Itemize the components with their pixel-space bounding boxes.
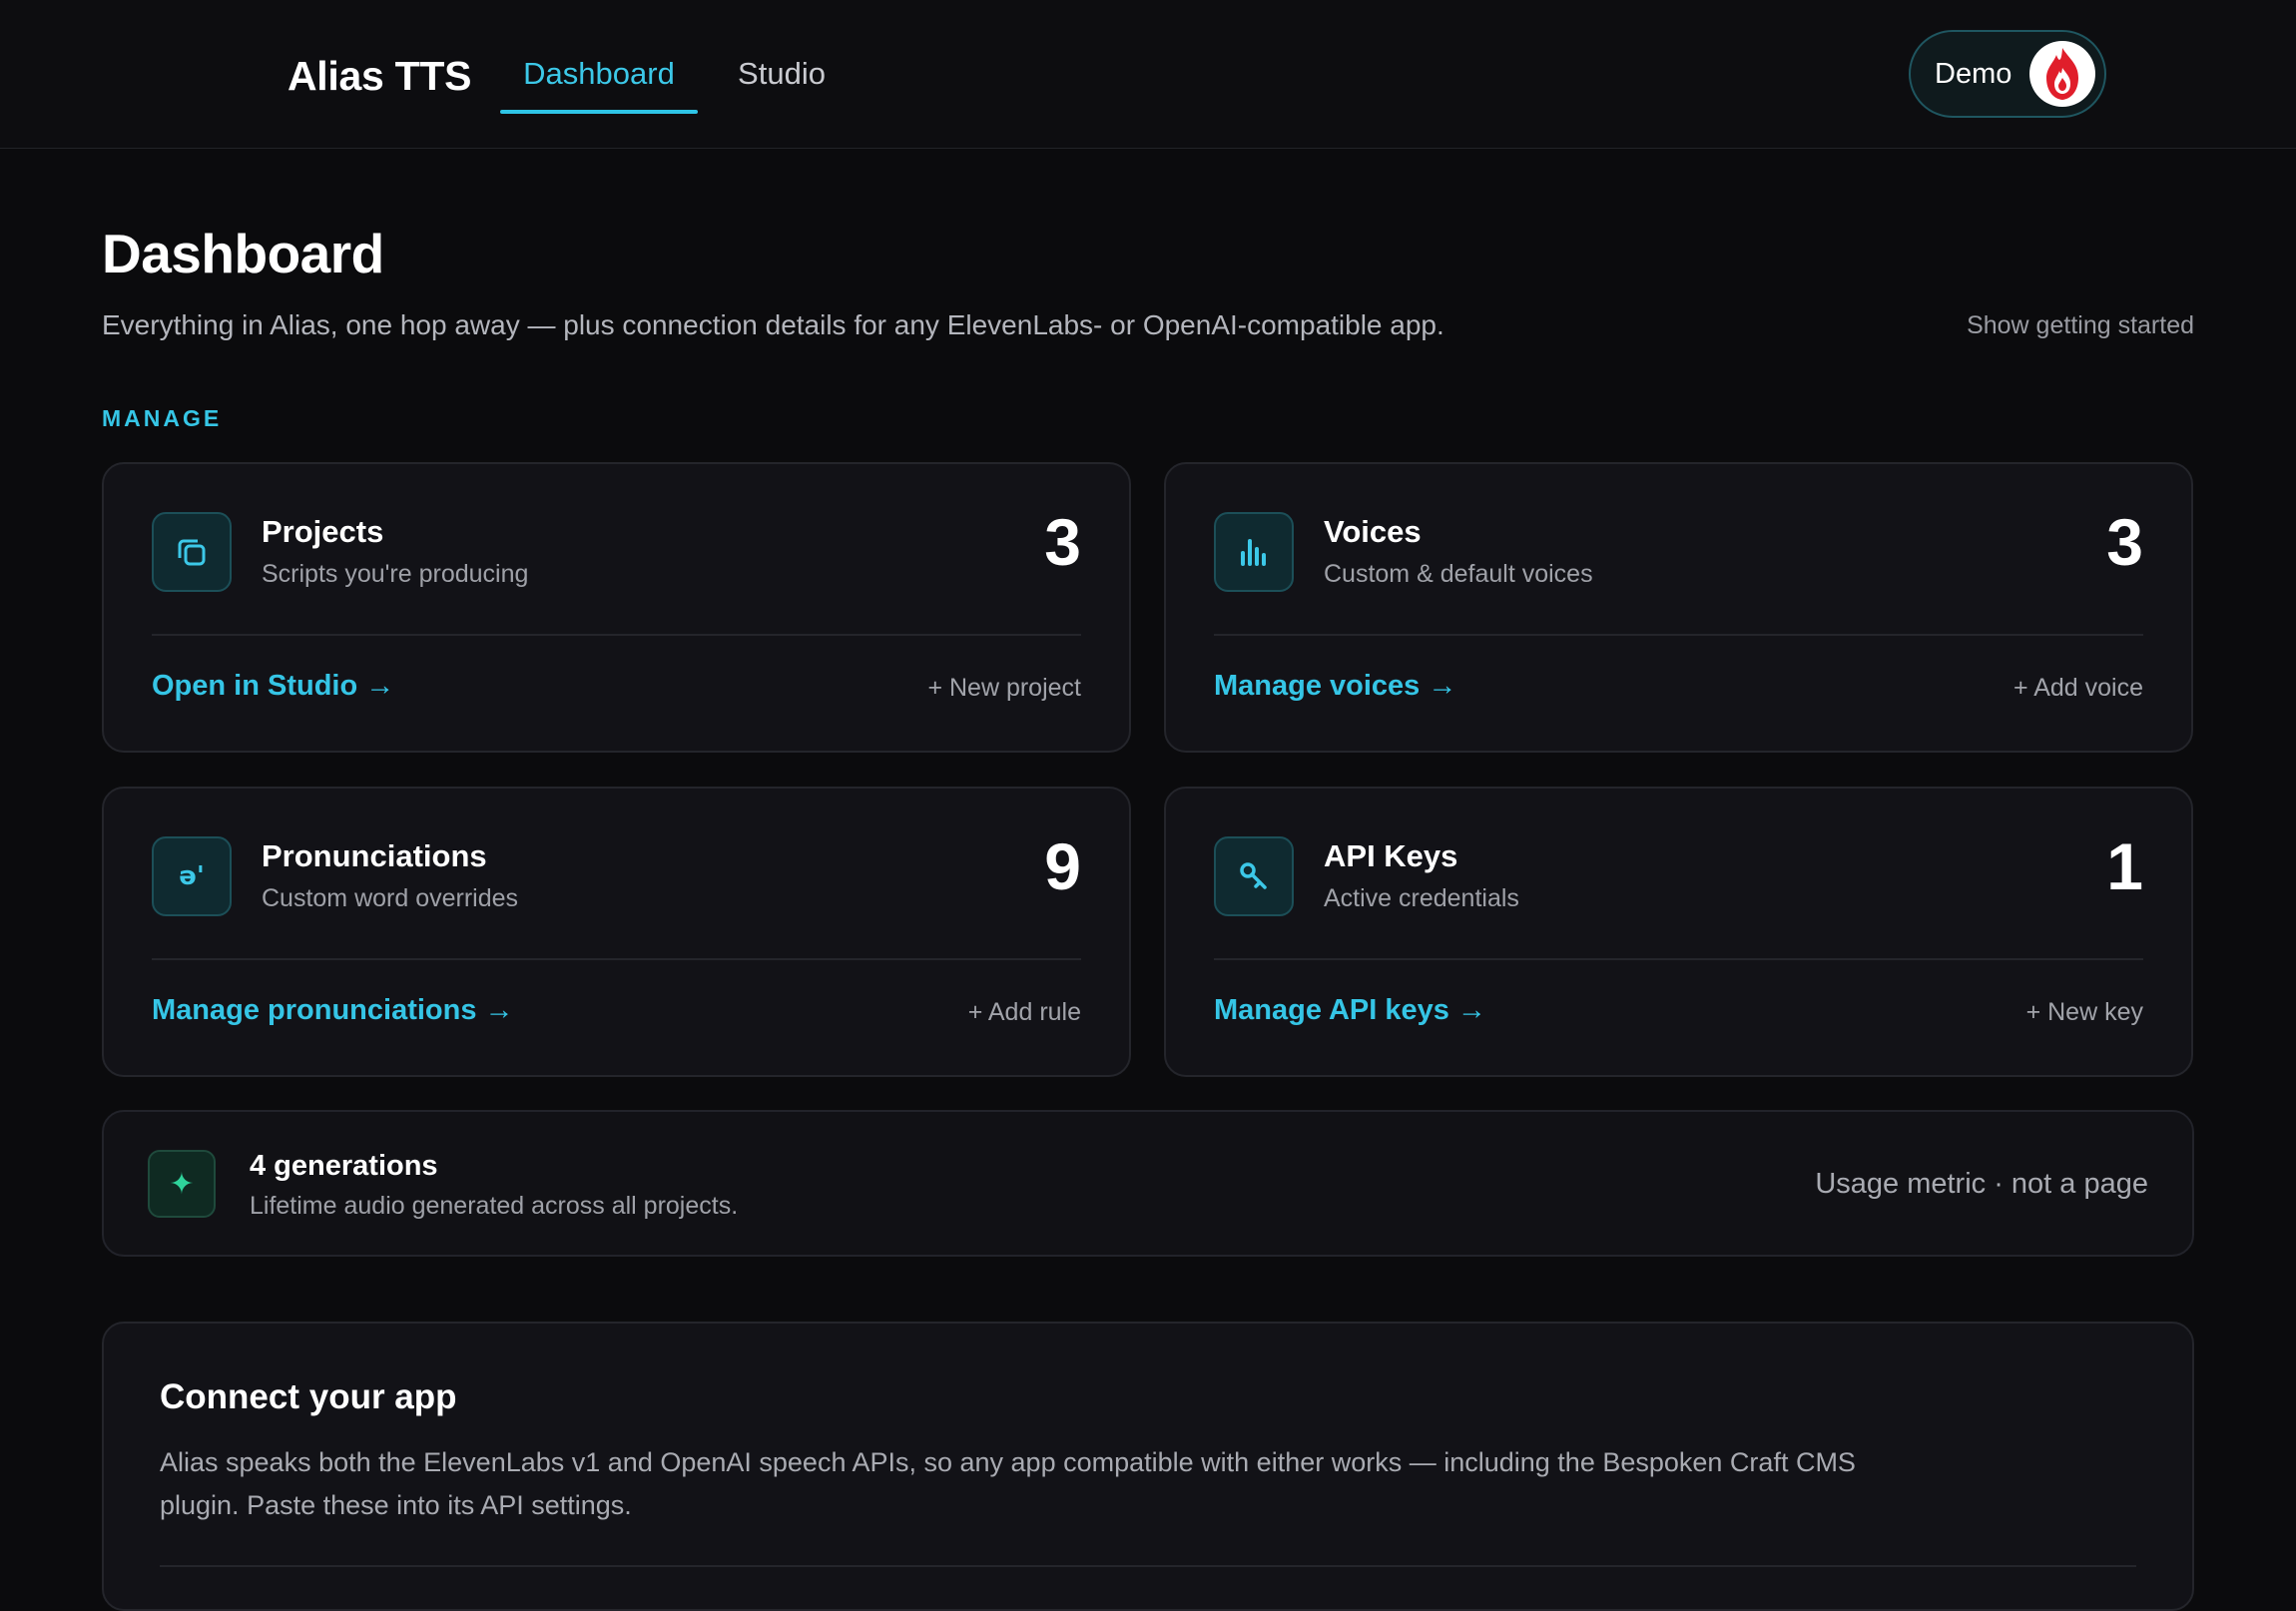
connect-divider bbox=[160, 1565, 2136, 1567]
audio-wave-icon bbox=[192, 48, 260, 104]
bar-chart-icon bbox=[1214, 512, 1294, 592]
usage-title: 4 generations bbox=[250, 1150, 438, 1182]
card-divider bbox=[1214, 634, 2143, 636]
card-title: Projects bbox=[262, 514, 384, 549]
brand[interactable]: Alias TTS bbox=[190, 44, 471, 108]
usage-metric-card: ✦ 4 generations Lifetime audio generated… bbox=[102, 1110, 2194, 1257]
user-name: Demo bbox=[1935, 57, 2012, 90]
tab-studio[interactable]: Studio bbox=[723, 48, 841, 114]
card-description: Custom & default voices bbox=[1324, 560, 1593, 588]
tab-studio-label: Studio bbox=[738, 56, 826, 91]
pronunciations-count: 9 bbox=[1044, 829, 1081, 903]
card-title: Voices bbox=[1324, 514, 1422, 549]
pronunciations-card: ə' Pronunciations Custom word overrides … bbox=[102, 787, 1131, 1077]
add-voice-button[interactable]: + Add voice bbox=[2013, 674, 2143, 703]
tab-dashboard-label: Dashboard bbox=[523, 56, 675, 91]
user-menu-button[interactable]: Demo bbox=[1909, 30, 2106, 118]
api-keys-card: API Keys Active credentials 1 Manage API… bbox=[1164, 787, 2193, 1077]
flame-logo-icon bbox=[2046, 48, 2079, 100]
voices-count: 3 bbox=[2106, 505, 2143, 579]
top-nav-bar: Alias TTS Dashboard Studio Demo bbox=[0, 0, 2296, 149]
add-rule-button[interactable]: + Add rule bbox=[968, 998, 1081, 1027]
card-description: Custom word overrides bbox=[262, 884, 519, 912]
connect-description: Alias speaks both the ElevenLabs v1 and … bbox=[160, 1447, 1856, 1520]
projects-count: 3 bbox=[1044, 505, 1081, 579]
card-description: Active credentials bbox=[1324, 884, 1519, 912]
page-title: Dashboard bbox=[102, 223, 384, 284]
key-icon bbox=[1214, 836, 1294, 916]
phonetic-icon: ə' bbox=[152, 836, 232, 916]
connect-app-panel: Connect your app Alias speaks both the E… bbox=[102, 1322, 2194, 1611]
show-getting-started-link[interactable]: Show getting started bbox=[1967, 311, 2194, 340]
manage-api-keys-link[interactable]: Manage API keys → bbox=[1214, 994, 1486, 1027]
manage-pronunciations-link[interactable]: Manage pronunciations → bbox=[152, 994, 514, 1027]
usage-description: Lifetime audio generated across all proj… bbox=[250, 1192, 739, 1220]
card-divider bbox=[152, 958, 1081, 960]
voices-card: Voices Custom & default voices 3 Manage … bbox=[1164, 462, 2193, 753]
app-name: Alias TTS bbox=[287, 52, 472, 99]
card-description: Scripts you're producing bbox=[262, 560, 529, 588]
card-divider bbox=[152, 634, 1081, 636]
card-title: Pronunciations bbox=[262, 838, 487, 873]
open-in-studio-link[interactable]: Open in Studio → bbox=[152, 670, 394, 703]
card-title: API Keys bbox=[1324, 838, 1458, 873]
section-label-manage: MANAGE bbox=[102, 405, 223, 431]
card-divider bbox=[1214, 958, 2143, 960]
projects-card: Projects Scripts you're producing 3 Open… bbox=[102, 462, 1131, 753]
api-keys-count: 1 bbox=[2106, 829, 2143, 903]
sparkle-icon: ✦ bbox=[148, 1150, 216, 1218]
tab-dashboard[interactable]: Dashboard bbox=[500, 48, 698, 114]
copy-icon bbox=[152, 512, 232, 592]
manage-voices-link[interactable]: Manage voices → bbox=[1214, 670, 1456, 703]
avatar bbox=[2029, 41, 2096, 107]
active-tab-indicator bbox=[500, 110, 698, 114]
page-subtitle: Everything in Alias, one hop away — plus… bbox=[102, 309, 1444, 340]
connect-title: Connect your app bbox=[160, 1377, 457, 1416]
new-project-button[interactable]: + New project bbox=[927, 674, 1081, 703]
new-key-button[interactable]: + New key bbox=[2026, 998, 2143, 1027]
usage-meta-note: Usage metric · not a page bbox=[1815, 1168, 2148, 1200]
